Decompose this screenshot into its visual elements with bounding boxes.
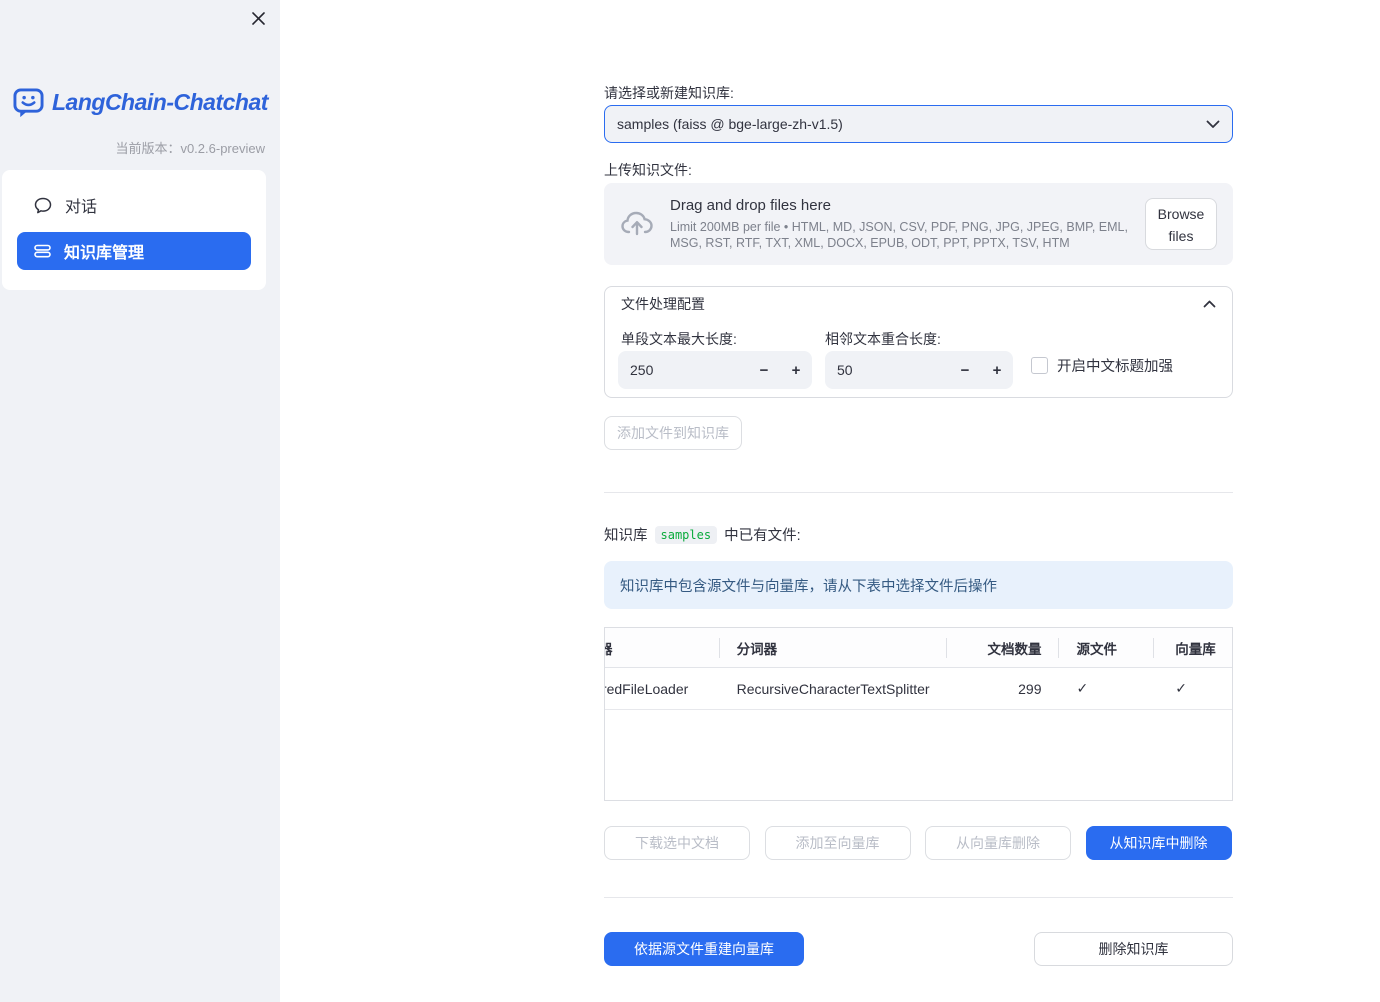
cell-splitter[interactable]: RecursiveCharacterTextSplitter <box>720 668 947 709</box>
sidebar-item-label: 知识库管理 <box>64 245 145 262</box>
column-header-vector-store[interactable]: 向量库 <box>1154 628 1232 667</box>
chevron-up-icon <box>1203 300 1216 308</box>
check-icon: ✓ <box>1175 680 1187 696</box>
chat-bubble-icon <box>34 197 52 213</box>
delete-from-vector-store-button[interactable]: 从向量库删除 <box>925 826 1071 860</box>
delete-kb-button[interactable]: 删除知识库 <box>1034 932 1233 966</box>
collection-icon <box>34 244 51 258</box>
kb-files-suffix: 中已有文件: <box>724 528 801 544</box>
kb-select-value: samples (faiss @ bge-large-zh-v1.5) <box>617 116 843 132</box>
chunk-size-input-group: − + <box>618 351 812 389</box>
check-icon: ✓ <box>1076 680 1089 696</box>
kb-files-table[interactable]: 文档加载器 分词器 文档数量 源文件 向量库 UnstructuredFileL… <box>604 627 1233 801</box>
version-info: 当前版本：v0.2.6-preview <box>115 138 265 157</box>
app-root: LangChain-Chatchat 当前版本：v0.2.6-preview 对… <box>0 0 1380 1002</box>
cell-loader[interactable]: UnstructuredFileLoader <box>605 668 720 709</box>
add-to-vector-store-button[interactable]: 添加至向量库 <box>764 826 911 860</box>
column-header-doc-count[interactable]: 文档数量 <box>947 628 1060 667</box>
close-icon <box>251 11 265 25</box>
chunk-overlap-label: 相邻文本重合长度: <box>825 331 941 347</box>
file-dropzone[interactable]: Drag and drop files here Limit 200MB per… <box>604 183 1233 265</box>
sidebar-item-dialogue[interactable]: 对话 <box>17 186 251 224</box>
download-selected-button[interactable]: 下载选中文档 <box>604 826 750 860</box>
version-label: 当前版本： <box>115 141 181 156</box>
kb-name-chip: samples <box>654 525 718 544</box>
chat-smiley-logo-icon <box>13 88 44 118</box>
expander-title: 文件处理配置 <box>621 296 705 312</box>
cell-source-check[interactable]: ✓ <box>1059 668 1154 709</box>
kb-select[interactable]: samples (faiss @ bge-large-zh-v1.5) <box>604 105 1233 143</box>
file-config-expander: 文件处理配置 单段文本最大长度: 相邻文本重合长度: − + − + <box>604 286 1233 398</box>
zh-title-enhance-row: 开启中文标题加强 <box>1031 355 1173 376</box>
table-header: 文档加载器 分词器 文档数量 源文件 向量库 <box>605 628 1232 668</box>
delete-from-kb-button[interactable]: 从知识库中删除 <box>1085 826 1232 860</box>
column-header-source-file[interactable]: 源文件 <box>1059 628 1155 667</box>
zh-title-enhance-label[interactable]: 开启中文标题加强 <box>1057 355 1173 376</box>
chunk-size-increment-button[interactable]: + <box>780 351 812 389</box>
divider <box>604 897 1233 898</box>
info-banner: 知识库中包含源文件与向量库，请从下表中选择文件后操作 <box>604 561 1233 609</box>
chunk-overlap-input[interactable] <box>825 362 949 378</box>
sidebar: LangChain-Chatchat 当前版本：v0.2.6-preview 对… <box>0 0 280 1002</box>
chunk-size-decrement-button[interactable]: − <box>748 351 780 389</box>
rebuild-vector-store-button[interactable]: 依据源文件重建向量库 <box>604 932 804 966</box>
chunk-overlap-decrement-button[interactable]: − <box>949 351 981 389</box>
divider <box>604 492 1233 493</box>
add-files-to-kb-button[interactable]: 添加文件到知识库 <box>604 416 742 450</box>
upload-label: 上传知识文件: <box>604 162 692 178</box>
logo-text: LangChain-Chatchat <box>52 89 268 115</box>
kb-select-label: 请选择或新建知识库: <box>604 85 734 101</box>
version-value: v0.2.6-preview <box>180 141 265 156</box>
expander-header[interactable]: 文件处理配置 <box>605 287 1232 321</box>
kb-files-heading: 知识库 samples 中已有文件: <box>604 524 801 545</box>
chevron-down-icon <box>1206 120 1220 128</box>
dropzone-title: Drag and drop files here <box>670 197 831 214</box>
sidebar-item-knowledge-base[interactable]: 知识库管理 <box>17 232 251 270</box>
dropzone-limit: Limit 200MB per file • HTML, MD, JSON, C… <box>670 220 1128 250</box>
chunk-overlap-input-group: − + <box>825 351 1013 389</box>
info-banner-text: 知识库中包含源文件与向量库，请从下表中选择文件后操作 <box>620 578 997 595</box>
column-header-loader[interactable]: 文档加载器 <box>605 628 720 667</box>
chunk-overlap-increment-button[interactable]: + <box>981 351 1013 389</box>
chunk-size-input[interactable] <box>618 362 748 378</box>
column-header-splitter[interactable]: 分词器 <box>720 628 947 667</box>
table-row[interactable]: UnstructuredFileLoader RecursiveCharacte… <box>605 668 1232 710</box>
chunk-size-label: 单段文本最大长度: <box>621 331 737 347</box>
zh-title-enhance-checkbox[interactable] <box>1031 357 1048 374</box>
cell-doc-count[interactable]: 299 <box>947 668 1060 709</box>
sidebar-item-label: 对话 <box>65 199 98 216</box>
dropzone-texts: Drag and drop files here Limit 200MB per… <box>670 197 1138 251</box>
file-action-buttons: 下载选中文档 添加至向量库 从向量库删除 从知识库中删除 <box>604 826 1233 860</box>
sidebar-close-button[interactable] <box>248 8 268 28</box>
browse-files-button[interactable]: Browse files <box>1145 198 1217 250</box>
cell-vector-check[interactable]: ✓ <box>1154 668 1232 709</box>
cloud-upload-icon <box>621 211 653 236</box>
sidebar-menu: 对话 知识库管理 <box>2 170 266 290</box>
app-logo: LangChain-Chatchat <box>12 87 268 118</box>
kb-files-prefix: 知识库 <box>604 528 648 544</box>
